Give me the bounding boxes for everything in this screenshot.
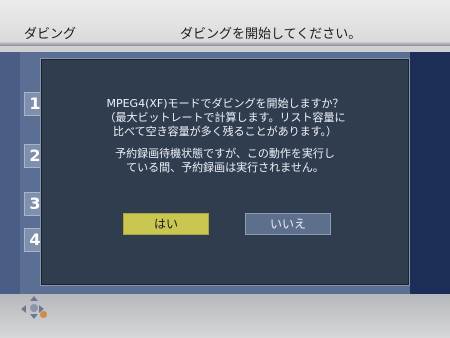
footer-bar [0, 294, 450, 338]
arrow-up-icon [30, 296, 38, 301]
status-message: ダビングを開始してください。 [180, 27, 362, 42]
right-panel [410, 52, 450, 294]
arrow-left-icon [21, 305, 26, 313]
no-button[interactable]: いいえ [245, 213, 331, 235]
dpad-icon [20, 296, 48, 322]
header-bar: ダビング ダビングを開始してください。 [0, 0, 450, 46]
left-panel [0, 52, 20, 294]
dialog-line-3: 比べて空き容量が多く残ることがあります。） [113, 125, 337, 138]
arrow-down-icon [30, 314, 38, 319]
dialog-line-5: ている間、予約録画は実行されません。 [126, 161, 324, 174]
confirm-dialog: MPEG4(XF)モードでダビングを開始しますか？ （最大ビットレートで計算しま… [40, 58, 410, 286]
app-title: ダビング [24, 27, 77, 42]
header-edge [0, 42, 450, 46]
set-button-icon [40, 311, 47, 318]
dpad-center-icon [30, 304, 38, 312]
yes-button[interactable]: はい [123, 213, 209, 235]
